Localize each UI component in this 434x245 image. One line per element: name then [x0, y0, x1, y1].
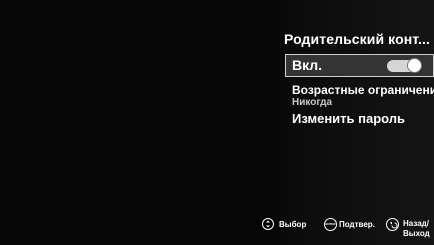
tv-screen: Родительский конт... Вкл. Возрастные огр…: [0, 0, 434, 245]
age-restriction-value: Никогда: [292, 97, 333, 108]
enter-icon: ENTER: [324, 218, 337, 231]
enabled-toggle[interactable]: [387, 58, 422, 73]
toggle-knob: [407, 58, 422, 73]
hint-confirm-label: Подтвер.: [339, 220, 375, 229]
enabled-item[interactable]: Вкл.: [285, 54, 434, 77]
enabled-label: Вкл.: [292, 57, 323, 73]
change-password-item[interactable]: Изменить пароль: [292, 111, 405, 126]
updown-arrows-icon: [262, 218, 274, 230]
hint-back-label-line1: Назад/: [403, 219, 429, 228]
menu-title: Родительский конт...: [283, 31, 430, 47]
age-restriction-item[interactable]: Возрастные ограничения: [292, 83, 434, 97]
enter-icon-text: ENTER: [325, 222, 336, 226]
hint-back-label-line2: Выход: [403, 229, 430, 238]
back-arrow-icon: [386, 218, 399, 231]
hint-select-label: Выбор: [279, 220, 307, 229]
